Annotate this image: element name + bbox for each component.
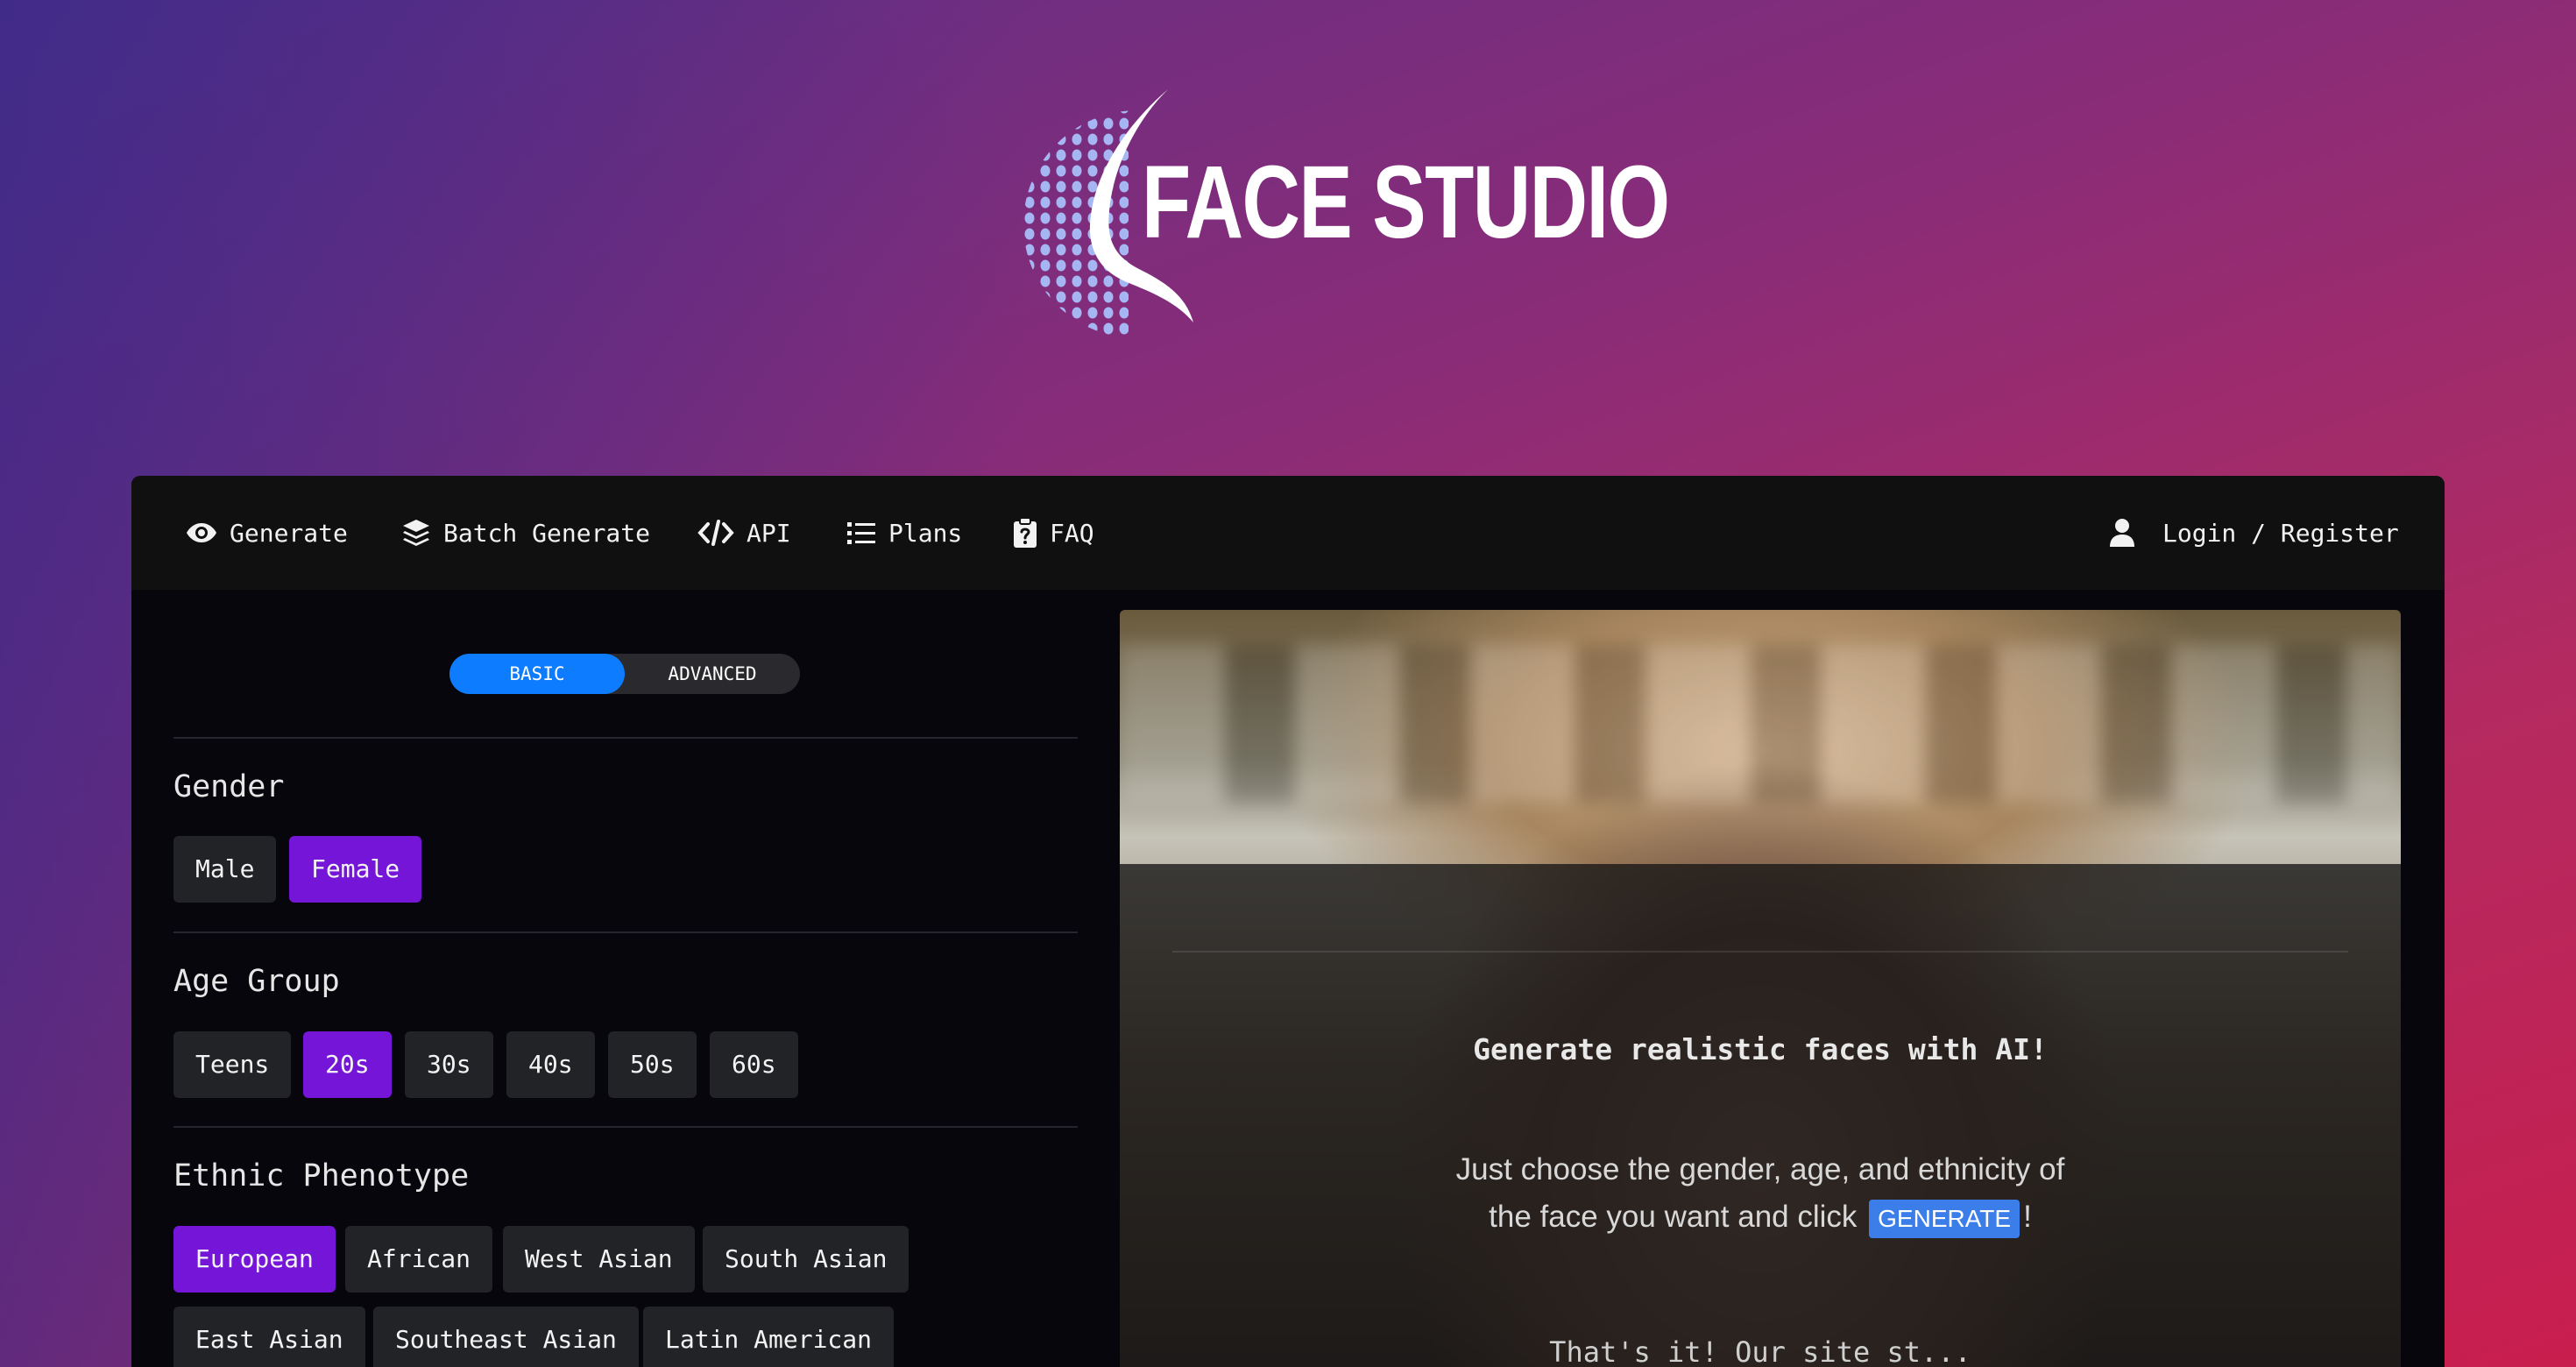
preview-description: Just choose the gender, age, and ethnici… [1449,1146,2071,1241]
divider [173,737,1078,739]
preview-description-end: ! [2023,1200,2032,1234]
nav-login-label: Login / Register [2162,518,2399,548]
preview-headline: Generate realistic faces with AI! [1473,1032,2048,1066]
mode-toggle: BASIC ADVANCED [449,654,800,694]
age-60s[interactable]: 60s [710,1031,798,1098]
navbar: Generate Batch Generate API Plans FAQ Lo… [131,476,2445,590]
gender-male[interactable]: Male [173,836,277,903]
preview-overlay: Generate realistic faces with AI! Just c… [1120,864,2401,1367]
nav-plans-label: Plans [888,518,963,548]
face-preview: Generate realistic faces with AI! Just c… [1120,610,2401,1367]
eye-icon [187,523,216,542]
ethnic-phenotype-title: Ethnic Phenotype [173,1158,470,1193]
overlay-divider [1172,951,2348,953]
photo-background-blur [1120,645,2401,803]
ethnic-west-asian[interactable]: West Asian [503,1226,695,1293]
clipboard-question-icon [1014,517,1037,548]
age-teens[interactable]: Teens [173,1031,292,1098]
gender-female[interactable]: Female [289,836,422,903]
nav-generate[interactable]: Generate [186,511,348,555]
nav-api[interactable]: API [697,511,791,555]
age-50s[interactable]: 50s [608,1031,697,1098]
gender-title: Gender [173,769,285,804]
main-card: Generate Batch Generate API Plans FAQ Lo… [131,476,2445,1367]
nav-batch-generate[interactable]: Batch Generate [401,511,650,555]
nav-login-register[interactable]: Login / Register [2108,511,2399,555]
generate-badge: GENERATE [1869,1200,2020,1238]
ethnic-southeast-asian[interactable]: Southeast Asian [373,1307,639,1367]
preview-cut-text: That's it! Our site st... [1549,1335,1971,1367]
nav-api-label: API [747,518,791,548]
ethnic-east-asian[interactable]: East Asian [173,1307,365,1367]
logo-text: FACE STUDIO [1142,145,1670,260]
ethnic-latin-american[interactable]: Latin American [643,1307,895,1367]
nav-plans[interactable]: Plans [846,511,962,555]
age-20s[interactable]: 20s [303,1031,392,1098]
nav-faq-label: FAQ [1050,518,1094,548]
divider [173,931,1078,933]
nav-generate-label: Generate [230,518,348,548]
age-group-title: Age Group [173,964,340,999]
age-30s[interactable]: 30s [405,1031,493,1098]
ethnic-south-asian[interactable]: South Asian [703,1226,909,1293]
list-icon [847,522,875,544]
layers-icon [403,520,429,546]
ethnic-african[interactable]: African [345,1226,493,1293]
toggle-basic[interactable]: BASIC [449,654,625,694]
toggle-advanced[interactable]: ADVANCED [625,654,800,694]
divider [173,1126,1078,1128]
ethnic-european[interactable]: European [173,1226,336,1293]
code-icon [697,520,734,546]
logo: FACE STUDIO [1006,84,1670,365]
user-icon [2110,519,2134,547]
age-40s[interactable]: 40s [506,1031,595,1098]
nav-batch-label: Batch Generate [443,518,651,548]
nav-faq[interactable]: FAQ [1013,511,1094,555]
